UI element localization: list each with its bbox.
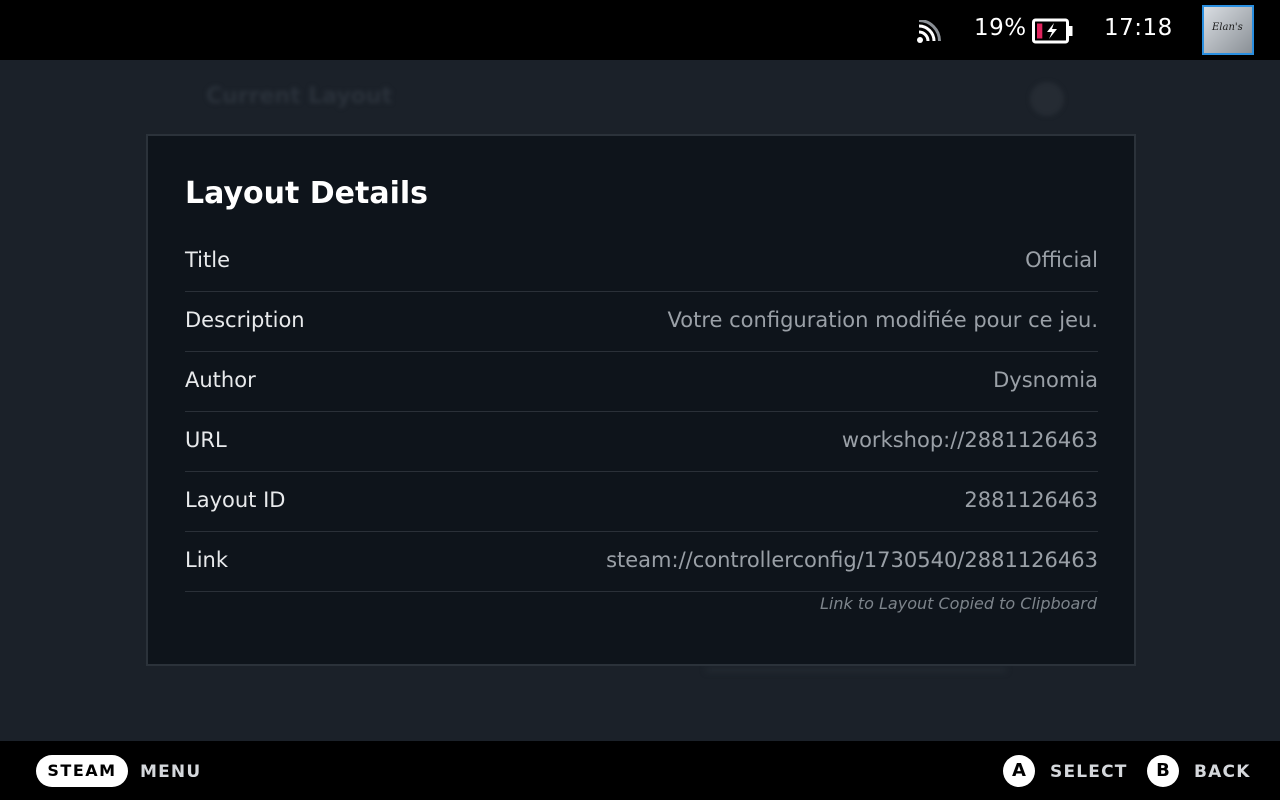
menu-hint-label: MENU	[140, 762, 202, 782]
battery-icon	[1032, 18, 1073, 44]
screen: Current Layout 19% 17:18 Elan's Layout D…	[0, 0, 1280, 800]
row-value: steam://controllerconfig/1730540/2881126…	[606, 548, 1098, 572]
row-label: Layout ID	[185, 488, 286, 512]
avatar-text: Elan's	[1212, 22, 1243, 33]
row-label: Author	[185, 368, 256, 392]
row-value: 2881126463	[964, 488, 1098, 512]
user-avatar[interactable]: Elan's	[1202, 5, 1254, 55]
row-value: Official	[1025, 248, 1098, 272]
clock: 17:18	[1104, 15, 1173, 41]
b-button-icon[interactable]: B	[1147, 755, 1179, 787]
detail-row-url: URL workshop://2881126463	[185, 412, 1098, 472]
layout-details-dialog: Layout Details Title Official Descriptio…	[146, 134, 1136, 666]
row-value: Votre configuration modifiée pour ce jeu…	[667, 308, 1098, 332]
status-bar: 19% 17:18 Elan's	[0, 0, 1280, 60]
row-label: Link	[185, 548, 229, 572]
a-button-icon[interactable]: A	[1003, 755, 1035, 787]
background-settings-icon	[1030, 82, 1064, 116]
back-hint-label: BACK	[1194, 762, 1251, 782]
detail-row-author: Author Dysnomia	[185, 352, 1098, 412]
background-divider	[706, 668, 1006, 672]
wifi-icon	[917, 20, 941, 43]
detail-row-description: Description Votre configuration modifiée…	[185, 292, 1098, 352]
details-list: Title Official Description Votre configu…	[185, 232, 1098, 592]
clipboard-confirmation: Link to Layout Copied to Clipboard	[820, 594, 1097, 613]
battery-percentage: 19%	[974, 15, 1027, 41]
background-section-title: Current Layout	[206, 84, 393, 109]
controller-hint-bar: STEAM MENU A SELECT B BACK	[0, 741, 1280, 800]
select-hint-label: SELECT	[1050, 762, 1128, 782]
row-value: workshop://2881126463	[841, 428, 1098, 452]
detail-row-layout-id: Layout ID 2881126463	[185, 472, 1098, 532]
row-label: URL	[185, 428, 227, 452]
detail-row-link[interactable]: Link steam://controllerconfig/1730540/28…	[185, 532, 1098, 592]
dialog-title: Layout Details	[185, 176, 429, 211]
row-label: Description	[185, 308, 305, 332]
row-value: Dysnomia	[993, 368, 1098, 392]
steam-button[interactable]: STEAM	[36, 755, 128, 787]
detail-row-title: Title Official	[185, 232, 1098, 292]
row-label: Title	[185, 248, 231, 272]
